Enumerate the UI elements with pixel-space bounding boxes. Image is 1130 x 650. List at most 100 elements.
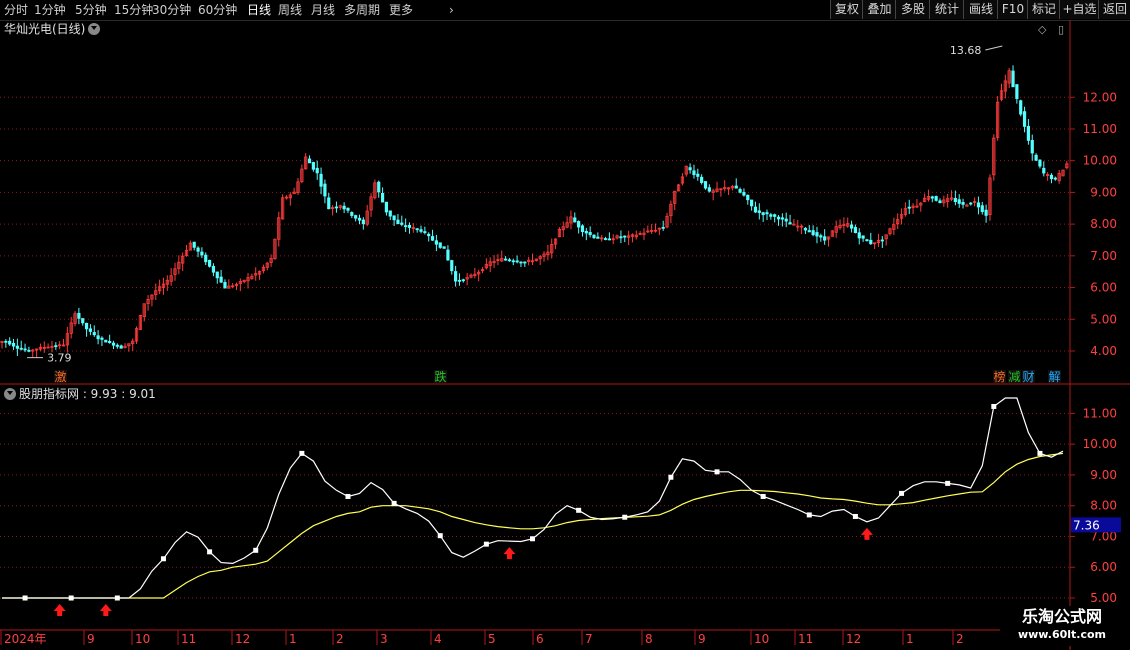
candle-body (980, 205, 984, 213)
candle-body (315, 167, 319, 174)
event-tags: 激 跌 榜减财解 (54, 369, 1061, 384)
candle-body (223, 282, 227, 289)
candle-body (811, 230, 815, 236)
candle-body (361, 219, 365, 225)
indicator-marker (299, 450, 305, 456)
candle-body (957, 199, 961, 204)
candle-body (976, 202, 981, 208)
candle-body (384, 201, 389, 213)
candle-body (380, 193, 385, 203)
candle-body (350, 212, 354, 216)
x-tick-label: 2 (956, 632, 964, 646)
indicator-marker (483, 541, 489, 547)
indicator-marker (391, 500, 397, 506)
indicator-marker (160, 556, 166, 562)
candle-body (23, 348, 27, 351)
candle-body (119, 345, 123, 349)
candle-body (104, 339, 108, 343)
candle-body (1034, 154, 1038, 161)
candle-body (934, 196, 938, 201)
candle-body (603, 238, 608, 240)
candle-body (507, 259, 512, 262)
indicator-marker (760, 493, 766, 499)
buy-arrow-icon (53, 604, 66, 616)
candle-body (984, 209, 988, 216)
candle-body (327, 197, 331, 210)
x-tick-label: 12 (846, 632, 861, 646)
candle-body (219, 276, 223, 283)
candle-body (1026, 125, 1031, 141)
candle-body (392, 215, 396, 221)
candle-body (427, 233, 431, 237)
candle-body (1011, 70, 1015, 88)
indicator-markers (22, 403, 1043, 616)
candle-body (619, 236, 623, 239)
candle-body (323, 183, 327, 197)
candle-body (319, 173, 323, 187)
indicator-marker (1037, 450, 1043, 456)
price-tick-label: 9.00 (1090, 185, 1117, 199)
x-tick-label: 1 (906, 632, 914, 646)
indicator-tick-label: 11.00 (1083, 406, 1117, 420)
x-tick-label: 10 (754, 632, 769, 646)
candle-body (750, 199, 754, 207)
candle-body (346, 207, 350, 211)
candle-body (342, 205, 346, 210)
x-tick-label: 2024年 (4, 632, 47, 646)
candle-body (907, 206, 911, 209)
candle-body (423, 231, 427, 233)
candle-body (707, 187, 711, 192)
x-tick-label: 7 (585, 632, 593, 646)
candle-body (400, 222, 404, 225)
indicator-marker (345, 493, 351, 499)
watermark-url: www.60lt.com (1017, 628, 1107, 641)
candle-body (580, 225, 585, 233)
indicator-marker (945, 480, 951, 486)
x-tick-label: 8 (645, 632, 653, 646)
candle-body (446, 249, 450, 261)
candle-body (661, 226, 665, 229)
price-tick-label: 4.00 (1090, 344, 1117, 358)
candle-body (592, 234, 596, 239)
indicator-marker (899, 490, 905, 496)
max-arrow-line (985, 45, 1003, 51)
candle-body (92, 332, 96, 336)
indicator-marker (668, 474, 674, 480)
candle-body (204, 254, 208, 263)
candle-body (861, 235, 865, 239)
candle-body (108, 341, 112, 344)
indicator-marker (253, 547, 259, 553)
indicator-marker (114, 595, 120, 601)
watermark: 乐淘公式网 www.60lt.com (1000, 606, 1124, 646)
candle-body (961, 202, 965, 205)
candle-body (8, 340, 12, 345)
candle-body (815, 232, 819, 237)
candle-body (27, 349, 31, 352)
cursor-value-label: 7.36 (1073, 518, 1100, 532)
candle-body (438, 242, 442, 248)
price-y-axis: 4.00 5.00 6.00 7.00 8.00 9.00 10.00 11.00 12.00 5… (1070, 90, 1121, 605)
candle-body (461, 279, 465, 282)
event-tag-label: 榜 (994, 369, 1006, 384)
candle-body (776, 216, 781, 220)
stock-chart[interactable]: 13.68 3.79 4.00 5.00 6.00 7.00 8.00 9.00 10.00 1… (0, 0, 1130, 650)
candle-body (81, 318, 85, 324)
min-price-label: 3.79 (47, 352, 72, 365)
indicator-tick-label: 9.00 (1090, 468, 1117, 482)
indicator-lines (2, 397, 1064, 599)
candle-body (200, 251, 204, 256)
chart-frame (0, 20, 1130, 650)
candle-body (1019, 100, 1023, 115)
candle-body (969, 202, 973, 205)
candle-body (388, 210, 392, 217)
candle-body (738, 189, 742, 193)
candle-body (54, 345, 58, 348)
candle-body (869, 239, 873, 245)
indicator-marker (68, 595, 74, 601)
indicator-marker (576, 507, 582, 513)
buy-arrow-icon (503, 547, 516, 560)
x-tick-label: 1 (289, 632, 297, 646)
candle-body (207, 259, 212, 267)
candle-body (111, 342, 116, 346)
candle-body (96, 335, 100, 340)
